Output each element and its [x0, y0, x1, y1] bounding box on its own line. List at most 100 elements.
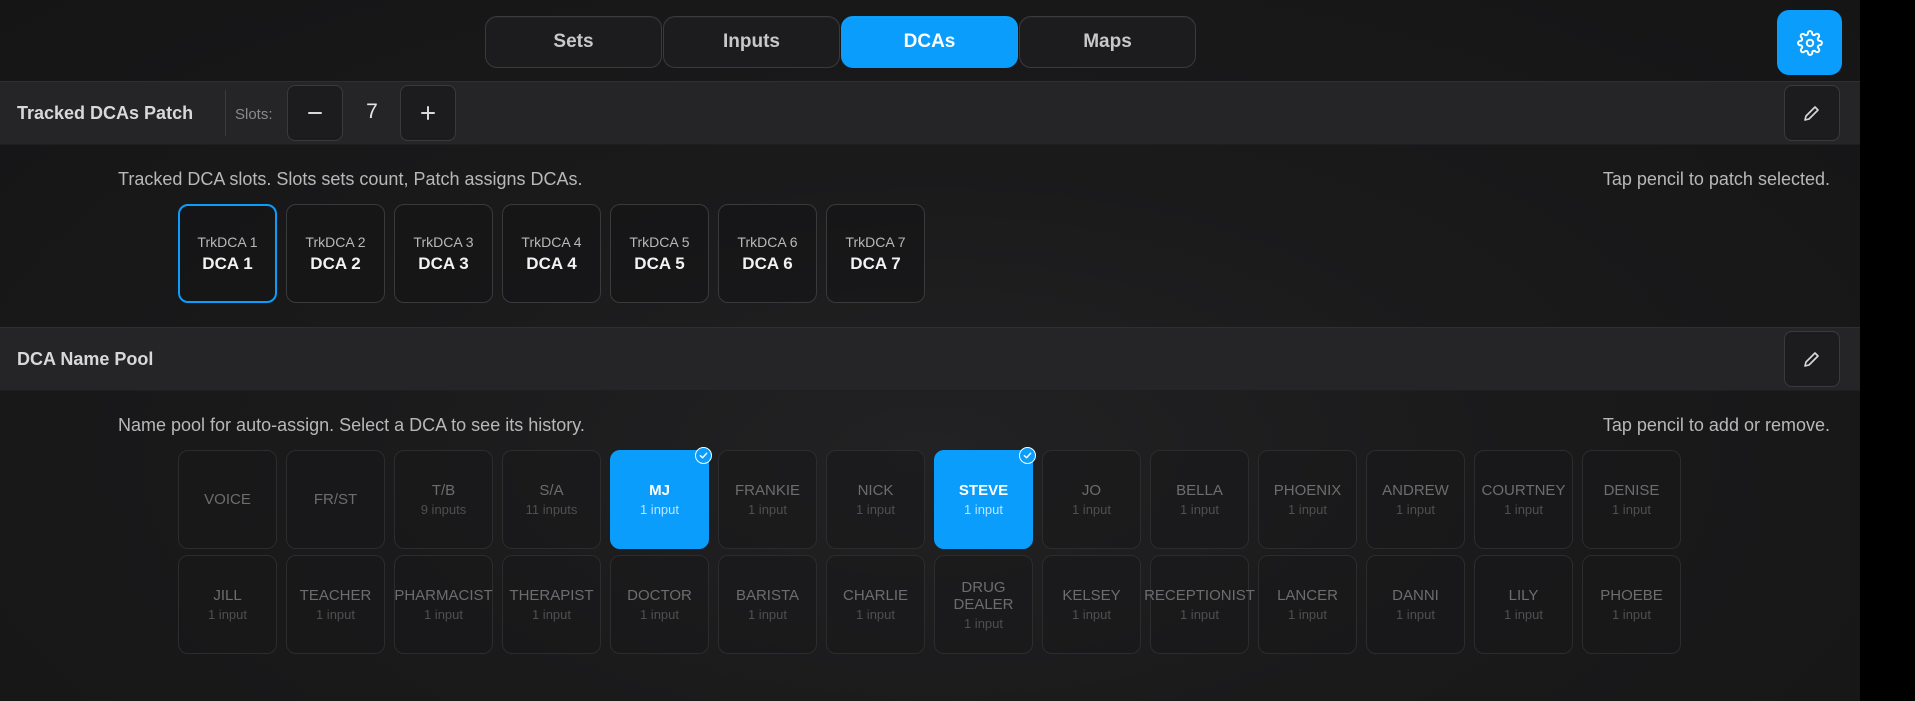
pool-item-count: 1 input [1503, 607, 1544, 622]
pool-item[interactable]: ANDREW 1 input [1366, 450, 1465, 549]
pool-description: Name pool for auto-assign. Select a DCA … [118, 415, 585, 435]
tracked-slot[interactable]: TrkDCA 2 DCA 2 [286, 204, 385, 303]
pool-item-name: KELSEY [1062, 587, 1121, 604]
pool-item-name: MJ [649, 482, 670, 499]
pool-item[interactable]: JILL 1 input [178, 555, 277, 654]
settings-button[interactable] [1777, 10, 1842, 75]
pool-item-count: 1 input [1071, 607, 1112, 622]
pool-item-name: LANCER [1277, 587, 1338, 604]
tab-sets[interactable]: Sets [485, 16, 662, 68]
pool-item-count: 1 input [1503, 502, 1544, 517]
pool-item-name: JO [1081, 482, 1102, 499]
pool-item[interactable]: NICK 1 input [826, 450, 925, 549]
pool-item-count: 1 input [1179, 607, 1220, 622]
pool-item-count: 1 input [1287, 607, 1328, 622]
slot-dca-name: DCA 7 [850, 253, 901, 273]
slot-dca-name: DCA 6 [742, 253, 793, 273]
minus-icon [308, 112, 322, 114]
top-tab-bar: Sets Inputs DCAs Maps [485, 16, 1197, 70]
pool-item-name: JILL [213, 587, 242, 604]
pool-item-count: 1 input [639, 502, 680, 517]
pool-item-count: 1 input [747, 502, 788, 517]
slot-label: TrkDCA 1 [197, 233, 258, 250]
pencil-icon [1804, 106, 1819, 121]
pool-item[interactable]: JO 1 input [1042, 450, 1141, 549]
pool-item-name: LILY [1508, 587, 1539, 604]
pool-item[interactable]: S/A 11 inputs [502, 450, 601, 549]
tab-inputs[interactable]: Inputs [663, 16, 840, 68]
pool-item[interactable]: FR/ST [286, 450, 385, 549]
pool-item-count: 1 input [1179, 502, 1220, 517]
pool-item-name: BELLA [1176, 482, 1223, 499]
slot-dca-name: DCA 3 [418, 253, 469, 273]
pool-item-name: RECEPTIONIST [1144, 587, 1255, 604]
pool-item[interactable]: STEVE 1 input [934, 447, 1036, 549]
increment-slots-button[interactable] [400, 85, 456, 141]
pool-item[interactable]: DANNI 1 input [1366, 555, 1465, 654]
slot-dca-name: DCA 5 [634, 253, 685, 273]
pool-item[interactable]: TEACHER 1 input [286, 555, 385, 654]
pool-item[interactable]: CHARLIE 1 input [826, 555, 925, 654]
tracked-slot[interactable]: TrkDCA 5 DCA 5 [610, 204, 709, 303]
pool-item[interactable]: RECEPTIONIST 1 input [1144, 555, 1255, 654]
slot-label: TrkDCA 3 [413, 233, 474, 250]
pool-edit-button[interactable] [1784, 331, 1840, 387]
tracked-slot[interactable]: TrkDCA 1 DCA 1 [178, 204, 277, 303]
slot-dca-name: DCA 1 [202, 253, 253, 273]
pool-item-count: 1 input [747, 607, 788, 622]
pool-item[interactable]: BARISTA 1 input [718, 555, 817, 654]
tab-dcas[interactable]: DCAs [841, 16, 1018, 68]
decrement-slots-button[interactable] [287, 85, 343, 141]
pool-item[interactable]: LANCER 1 input [1258, 555, 1357, 654]
pool-item-name: NICK [857, 482, 894, 499]
pool-hint: Tap pencil to add or remove. [1602, 415, 1830, 435]
check-icon [695, 447, 712, 464]
pool-item-count: 11 inputs [525, 502, 578, 517]
pool-item[interactable]: T/B 9 inputs [394, 450, 493, 549]
slot-dca-name: DCA 4 [526, 253, 577, 273]
tracked-slot[interactable]: TrkDCA 6 DCA 6 [718, 204, 817, 303]
pool-item-name: PHARMACIST [394, 587, 493, 604]
pool-item[interactable]: PHARMACIST 1 input [394, 555, 493, 654]
pool-item-count: 1 input [423, 607, 464, 622]
pool-item[interactable]: DRUG DEALER 1 input [934, 555, 1033, 654]
pool-item-count: 1 input [855, 502, 896, 517]
tracked-slot[interactable]: TrkDCA 3 DCA 3 [394, 204, 493, 303]
slot-dca-name: DCA 2 [310, 253, 361, 273]
pool-item[interactable]: PHOENIX 1 input [1258, 450, 1357, 549]
pool-item-name: DENISE [1603, 482, 1660, 499]
pool-item[interactable]: COURTNEY 1 input [1474, 450, 1573, 549]
pool-item[interactable]: KELSEY 1 input [1042, 555, 1141, 654]
pool-item[interactable]: FRANKIE 1 input [718, 450, 817, 549]
tracked-slot[interactable]: TrkDCA 7 DCA 7 [826, 204, 925, 303]
pool-item[interactable]: THERAPIST 1 input [502, 555, 601, 654]
tracked-hint: Tap pencil to patch selected. [1602, 169, 1830, 189]
slot-label: TrkDCA 5 [629, 233, 690, 250]
pool-item-count: 1 input [855, 607, 896, 622]
pool-item-count: 1 input [531, 607, 572, 622]
pool-item[interactable]: BELLA 1 input [1150, 450, 1249, 549]
tracked-slot[interactable]: TrkDCA 4 DCA 4 [502, 204, 601, 303]
pool-item[interactable]: VOICE [178, 450, 277, 549]
pool-item[interactable]: MJ 1 input [610, 447, 712, 549]
pool-item-name: DRUG DEALER [953, 578, 1014, 613]
section-title: DCA Name Pool [17, 349, 154, 369]
pool-item-name: T/B [431, 482, 456, 499]
tab-maps[interactable]: Maps [1019, 16, 1196, 68]
pool-item-count: 1 input [207, 607, 248, 622]
pool-item-name: COURTNEY [1481, 482, 1566, 499]
patch-edit-button[interactable] [1784, 85, 1840, 141]
pool-item-name: STEVE [958, 482, 1009, 499]
gear-icon [1796, 29, 1823, 56]
pool-item[interactable]: LILY 1 input [1474, 555, 1573, 654]
pool-item[interactable]: PHOEBE 1 input [1582, 555, 1681, 654]
pool-item-name: FR/ST [313, 491, 358, 508]
pool-item[interactable]: DENISE 1 input [1582, 450, 1681, 549]
plus-icon [421, 106, 435, 120]
pencil-icon [1804, 352, 1819, 367]
pool-item-name: CHARLIE [842, 587, 909, 604]
pool-item-name: DANNI [1392, 587, 1439, 604]
pool-item[interactable]: DOCTOR 1 input [610, 555, 709, 654]
pool-item-count: 1 input [963, 615, 1004, 631]
pool-item-name: TEACHER [299, 587, 372, 604]
